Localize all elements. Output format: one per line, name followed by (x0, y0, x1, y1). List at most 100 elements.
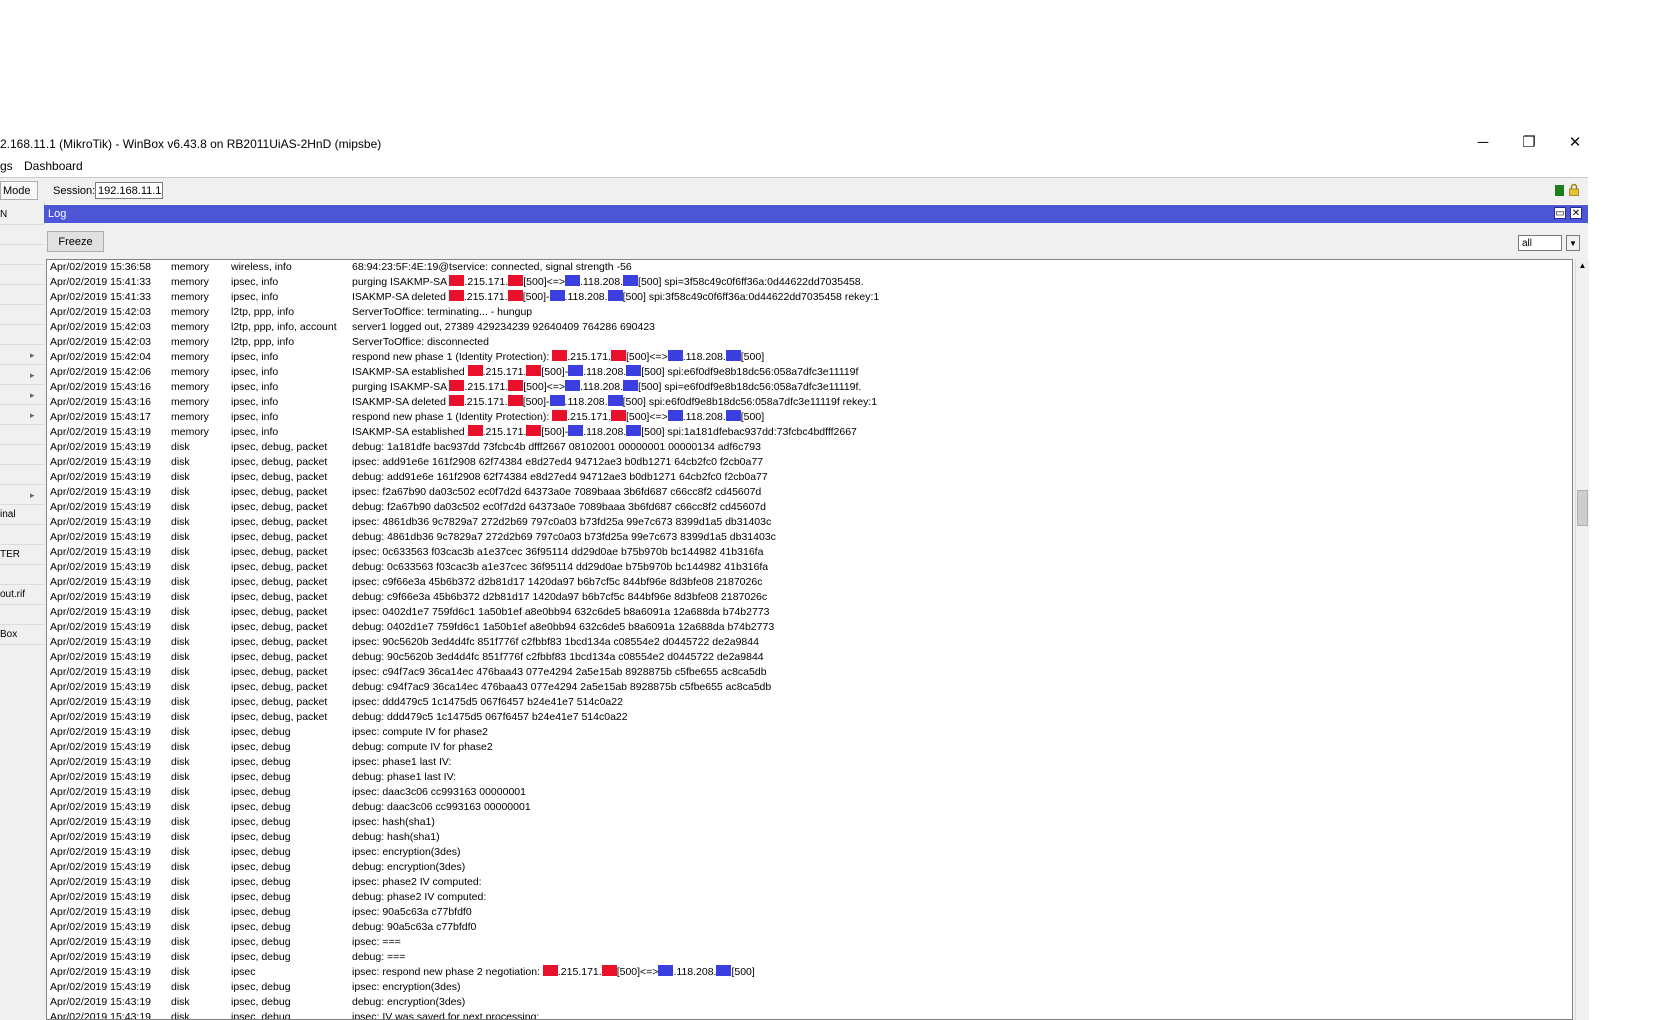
sidebar-item[interactable] (0, 445, 44, 465)
log-row[interactable]: Apr/02/2019 15:43:19 disk ipsec, debug debu… (47, 920, 1572, 935)
log-row[interactable]: Apr/02/2019 15:43:17 memory ipsec, info res… (47, 410, 1572, 425)
sidebar-item[interactable]: inal (0, 505, 44, 525)
log-row[interactable]: Apr/02/2019 15:43:19 disk ipsec, debug, pa… (47, 440, 1572, 455)
sidebar-item[interactable] (0, 565, 44, 585)
log-row[interactable]: Apr/02/2019 15:43:19 disk ipsec, debug ipse… (47, 875, 1572, 890)
log-row[interactable]: Apr/02/2019 15:43:19 disk ipsec, debug, pa… (47, 530, 1572, 545)
sidebar-item[interactable]: ▸ (0, 345, 44, 365)
log-row[interactable]: Apr/02/2019 15:43:19 disk ipsec, debug, pa… (47, 455, 1572, 470)
sidebar-item[interactable] (0, 425, 44, 445)
redaction-block (607, 395, 623, 406)
log-row[interactable]: Apr/02/2019 15:43:19 disk ipsec, debug, pa… (47, 635, 1572, 650)
log-row[interactable]: Apr/02/2019 15:43:19 disk ipsec, debug, pa… (47, 605, 1572, 620)
log-message: ipsec: 0402d1e7 759fd6c1 1a50b1ef a8e0bb… (352, 606, 770, 618)
minimize-icon[interactable]: ─ (1468, 133, 1498, 153)
log-row[interactable]: Apr/02/2019 15:43:19 disk ipsec, debug, pa… (47, 650, 1572, 665)
sidebar-item[interactable] (0, 285, 44, 305)
log-row[interactable]: Apr/02/2019 15:43:19 disk ipsec, debug debu… (47, 860, 1572, 875)
sidebar-item[interactable] (0, 525, 44, 545)
log-row[interactable]: Apr/02/2019 15:41:33 memory ipsec, info pur… (47, 275, 1572, 290)
log-row[interactable]: Apr/02/2019 15:42:03 memory l2tp, ppp, inf… (47, 305, 1572, 320)
log-row[interactable]: Apr/02/2019 15:43:19 disk ipsec, debug ipse… (47, 1010, 1572, 1019)
log-row[interactable]: Apr/02/2019 15:43:19 disk ipsec, debug, pa… (47, 680, 1572, 695)
sidebar-item[interactable] (0, 325, 44, 345)
redaction-block (526, 425, 542, 436)
log-row[interactable]: Apr/02/2019 15:36:58 memory wireless, info… (47, 260, 1572, 275)
log-row[interactable]: Apr/02/2019 15:43:19 disk ipsec, debug ipse… (47, 845, 1572, 860)
log-row[interactable]: Apr/02/2019 15:43:19 disk ipsec, debug debu… (47, 770, 1572, 785)
log-row[interactable]: Apr/02/2019 15:43:19 disk ipsec, debug ipse… (47, 935, 1572, 950)
close-icon[interactable]: ✕ (1560, 133, 1590, 153)
sidebar-item[interactable]: ▸ (0, 485, 44, 505)
log-row[interactable]: Apr/02/2019 15:43:19 disk ipsec, debug, pa… (47, 620, 1572, 635)
log-row[interactable]: Apr/02/2019 15:43:19 disk ipsec, debug ipse… (47, 980, 1572, 995)
sidebar-item[interactable]: TER (0, 545, 44, 565)
log-row[interactable]: Apr/02/2019 15:43:19 disk ipsec, debug, pa… (47, 695, 1572, 710)
freeze-button[interactable]: Freeze (47, 231, 104, 252)
mode-button[interactable]: Mode (0, 181, 38, 200)
log-message: debug: 0402d1e7 759fd6c1 1a50b1ef a8e0bb… (352, 621, 775, 633)
log-row[interactable]: Apr/02/2019 15:43:19 disk ipsec, debug ipse… (47, 905, 1572, 920)
log-message: ipsec: add91e6e 161f2908 62f74384 e8d27e… (352, 456, 764, 468)
sidebar-item[interactable] (0, 225, 44, 245)
close-window-icon[interactable]: ✕ (1570, 207, 1582, 219)
log-row[interactable]: Apr/02/2019 15:41:33 memory ipsec, info ISA… (47, 290, 1572, 305)
log-row[interactable]: Apr/02/2019 15:43:19 disk ipsec, debug, pa… (47, 470, 1572, 485)
log-buffer: disk (171, 681, 190, 693)
log-row[interactable]: Apr/02/2019 15:43:19 disk ipsec, debug, pa… (47, 710, 1572, 725)
log-filter-select[interactable]: all (1518, 235, 1562, 251)
log-row[interactable]: Apr/02/2019 15:42:06 memory ipsec, info ISA… (47, 365, 1572, 380)
log-row[interactable]: Apr/02/2019 15:43:19 disk ipsec, debug, pa… (47, 575, 1572, 590)
log-row[interactable]: Apr/02/2019 15:43:19 disk ipsec, debug ipse… (47, 725, 1572, 740)
log-row[interactable]: Apr/02/2019 15:42:03 memory l2tp, ppp, inf… (47, 335, 1572, 350)
scroll-up-icon[interactable]: ▲ (1576, 259, 1589, 273)
log-row[interactable]: Apr/02/2019 15:43:19 disk ipsec, debug, pa… (47, 485, 1572, 500)
sidebar-item[interactable] (0, 305, 44, 325)
session-input[interactable]: 192.168.11.1 (95, 182, 163, 199)
log-row[interactable]: Apr/02/2019 15:43:19 disk ipsec, debug debu… (47, 950, 1572, 965)
maximize-window-icon[interactable]: ▭ (1554, 207, 1566, 219)
filter-dropdown-icon[interactable]: ▼ (1566, 235, 1580, 251)
sidebar-item[interactable] (0, 245, 44, 265)
sidebar-item[interactable]: ▸ (0, 365, 44, 385)
restore-icon[interactable]: ❐ (1514, 133, 1544, 153)
sidebar-item[interactable] (0, 605, 44, 625)
menu-item-tools[interactable]: gs (0, 159, 13, 173)
log-row[interactable]: Apr/02/2019 15:43:19 disk ipsec, debug, pa… (47, 545, 1572, 560)
scroll-thumb[interactable] (1577, 490, 1588, 526)
sidebar-item[interactable]: ▸ (0, 405, 44, 425)
sidebar-item[interactable]: N (0, 205, 44, 225)
log-message: ipsec: c9f66e3a 45b6b372 d2b81d17 1420da… (352, 576, 763, 588)
log-row[interactable]: Apr/02/2019 15:43:19 disk ipsec, debug debu… (47, 830, 1572, 845)
log-row[interactable]: Apr/02/2019 15:43:19 disk ipsec, debug, pa… (47, 665, 1572, 680)
sidebar-item[interactable]: out.rif (0, 585, 44, 605)
log-topics: ipsec, debug, packet (231, 531, 328, 543)
log-row[interactable]: Apr/02/2019 15:42:03 memory l2tp, ppp, inf… (47, 320, 1572, 335)
log-row[interactable]: Apr/02/2019 15:43:16 memory ipsec, info ISA… (47, 395, 1572, 410)
sidebar-item[interactable] (0, 465, 44, 485)
log-row[interactable]: Apr/02/2019 15:43:19 disk ipsec, debug ipse… (47, 815, 1572, 830)
log-row[interactable]: Apr/02/2019 15:43:19 memory ipsec, info ISA… (47, 425, 1572, 440)
log-row[interactable]: Apr/02/2019 15:43:19 disk ipsec, debug debu… (47, 740, 1572, 755)
menu-item-dashboard[interactable]: Dashboard (24, 159, 83, 173)
log-scrollbar[interactable]: ▲ (1575, 259, 1589, 1020)
log-row[interactable]: Apr/02/2019 15:43:19 disk ipsec ipsec: resp… (47, 965, 1572, 980)
log-row[interactable]: Apr/02/2019 15:43:19 disk ipsec, debug ipse… (47, 755, 1572, 770)
log-row[interactable]: Apr/02/2019 15:43:19 disk ipsec, debug debu… (47, 800, 1572, 815)
redaction-block (526, 365, 542, 376)
sidebar-item[interactable]: ▸ (0, 385, 44, 405)
log-row[interactable]: Apr/02/2019 15:43:19 disk ipsec, debug, pa… (47, 515, 1572, 530)
log-row[interactable]: Apr/02/2019 15:43:19 disk ipsec, debug debu… (47, 995, 1572, 1010)
sidebar-item[interactable]: Box (0, 625, 44, 645)
log-row[interactable]: Apr/02/2019 15:43:19 disk ipsec, debug, pa… (47, 590, 1572, 605)
log-row[interactable]: Apr/02/2019 15:42:04 memory ipsec, info res… (47, 350, 1572, 365)
redaction-block (542, 965, 558, 976)
log-message: debug: add91e6e 161f2908 62f74384 e8d27e… (352, 471, 768, 483)
sidebar-item[interactable] (0, 265, 44, 285)
log-row[interactable]: Apr/02/2019 15:43:19 disk ipsec, debug, pa… (47, 560, 1572, 575)
log-row[interactable]: Apr/02/2019 15:43:19 disk ipsec, debug ipse… (47, 785, 1572, 800)
log-row[interactable]: Apr/02/2019 15:43:19 disk ipsec, debug, pa… (47, 500, 1572, 515)
log-row[interactable]: Apr/02/2019 15:43:16 memory ipsec, info pur… (47, 380, 1572, 395)
menu-bar: gs Dashboard (0, 157, 1588, 175)
log-row[interactable]: Apr/02/2019 15:43:19 disk ipsec, debug debu… (47, 890, 1572, 905)
